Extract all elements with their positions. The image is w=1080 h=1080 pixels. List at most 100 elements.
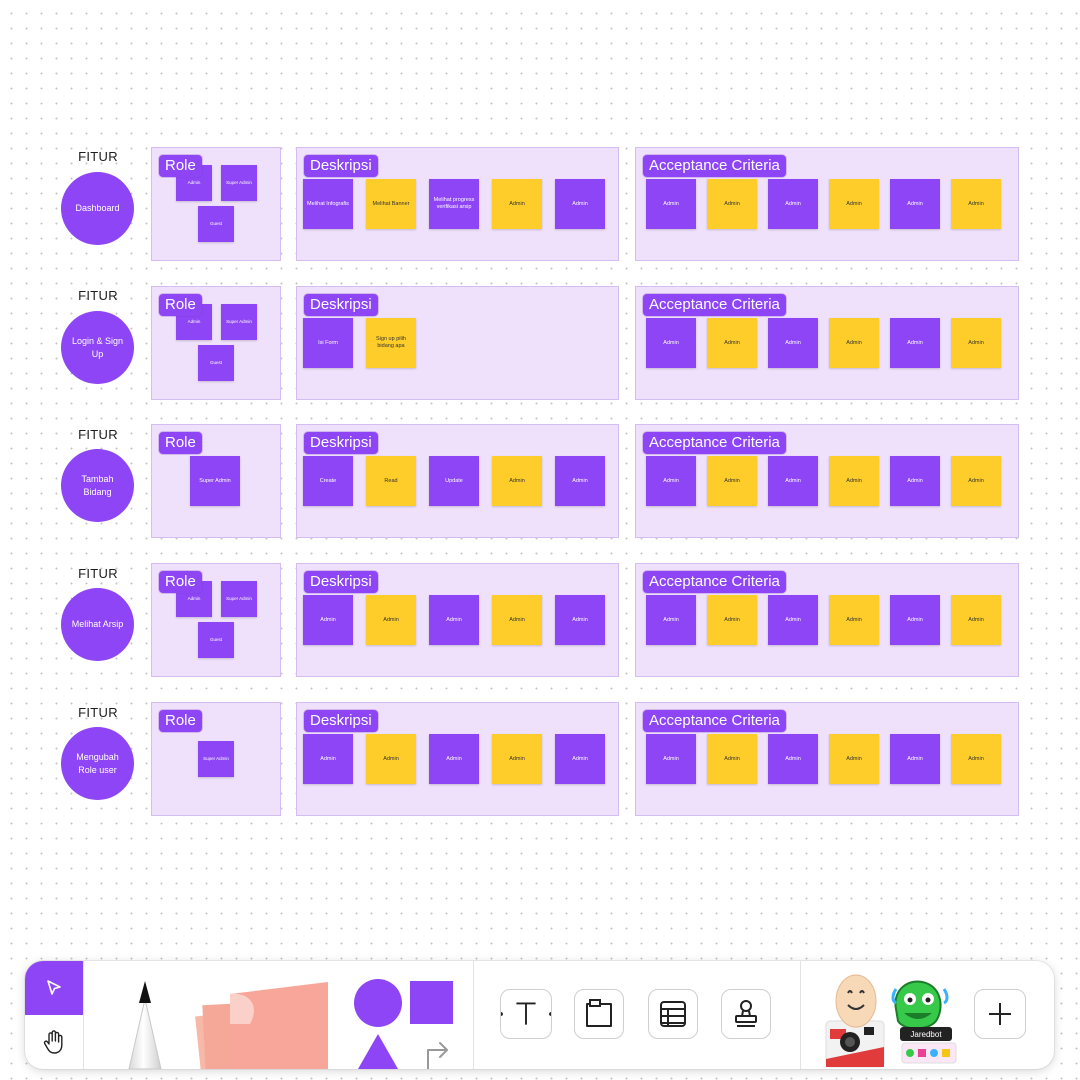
- role-section-title[interactable]: Role: [159, 432, 202, 454]
- role-section[interactable]: Role Super Admin: [151, 702, 281, 816]
- feature-circle[interactable]: Tambah Bidang: [61, 449, 134, 522]
- description-sticky-note[interactable]: Admin: [366, 595, 416, 645]
- acceptance-criteria-section[interactable]: Acceptance Criteria Admin Admin Admin Admin A…: [635, 286, 1019, 400]
- role-section-title[interactable]: Role: [159, 571, 202, 593]
- acceptance-sticky-note[interactable]: Admin: [951, 456, 1001, 506]
- acceptance-criteria-section-title[interactable]: Acceptance Criteria: [643, 155, 786, 177]
- acceptance-sticky-note[interactable]: Admin: [890, 734, 940, 784]
- description-section-title[interactable]: Deskripsi: [304, 155, 378, 177]
- acceptance-sticky-note[interactable]: Admin: [768, 734, 818, 784]
- role-sticky-note[interactable]: Super Admin: [190, 456, 240, 506]
- description-section[interactable]: Deskripsi Create Read Update Admin Admin: [296, 424, 619, 538]
- role-section-title[interactable]: Role: [159, 294, 202, 316]
- fitur-label[interactable]: FITUR: [62, 149, 134, 164]
- fitur-label[interactable]: FITUR: [62, 705, 134, 720]
- acceptance-sticky-note[interactable]: Admin: [890, 318, 940, 368]
- description-sticky-note[interactable]: Update: [429, 456, 479, 506]
- description-section-title[interactable]: Deskripsi: [304, 432, 378, 454]
- acceptance-sticky-note[interactable]: Admin: [829, 734, 879, 784]
- role-sticky-note[interactable]: Guest: [198, 206, 234, 242]
- acceptance-sticky-note[interactable]: Admin: [707, 456, 757, 506]
- description-sticky-note[interactable]: Admin: [492, 179, 542, 229]
- role-sticky-note[interactable]: Super Admin: [198, 741, 234, 777]
- stickers-tool[interactable]: Jaredbot: [820, 969, 960, 1069]
- acceptance-criteria-section[interactable]: Acceptance Criteria Admin Admin Admin Admin A…: [635, 424, 1019, 538]
- acceptance-criteria-section[interactable]: Acceptance Criteria Admin Admin Admin Admin A…: [635, 702, 1019, 816]
- acceptance-sticky-note[interactable]: Admin: [646, 179, 696, 229]
- hand-mode-button[interactable]: [25, 1015, 83, 1069]
- description-sticky-note[interactable]: Admin: [429, 734, 479, 784]
- description-section-title[interactable]: Deskripsi: [304, 710, 378, 732]
- feature-circle[interactable]: Melihat Arsip: [61, 588, 134, 661]
- acceptance-sticky-note[interactable]: Admin: [829, 456, 879, 506]
- acceptance-sticky-note[interactable]: Admin: [951, 179, 1001, 229]
- description-sticky-note[interactable]: Admin: [303, 595, 353, 645]
- description-sticky-note[interactable]: Create: [303, 456, 353, 506]
- description-sticky-note[interactable]: Melihat progress verifikasi arsip: [429, 179, 479, 229]
- acceptance-sticky-note[interactable]: Admin: [768, 179, 818, 229]
- description-sticky-note[interactable]: Isi Form: [303, 318, 353, 368]
- acceptance-criteria-section-title[interactable]: Acceptance Criteria: [643, 294, 786, 316]
- sticky-note-tool[interactable]: [190, 976, 340, 1069]
- table-tool[interactable]: [648, 989, 698, 1039]
- section-tool[interactable]: [574, 989, 624, 1039]
- description-section-title[interactable]: Deskripsi: [304, 294, 378, 316]
- stamp-tool[interactable]: [721, 989, 771, 1039]
- role-sticky-note[interactable]: Guest: [198, 345, 234, 381]
- acceptance-sticky-note[interactable]: Admin: [646, 734, 696, 784]
- acceptance-sticky-note[interactable]: Admin: [646, 456, 696, 506]
- description-sticky-note[interactable]: Admin: [492, 456, 542, 506]
- description-sticky-note[interactable]: Melihat Banner: [366, 179, 416, 229]
- fitur-label[interactable]: FITUR: [62, 427, 134, 442]
- role-section[interactable]: Role Super Admin: [151, 424, 281, 538]
- acceptance-sticky-note[interactable]: Admin: [951, 734, 1001, 784]
- acceptance-criteria-section[interactable]: Acceptance Criteria Admin Admin Admin Admin A…: [635, 563, 1019, 677]
- description-sticky-note[interactable]: Admin: [555, 734, 605, 784]
- acceptance-criteria-section-title[interactable]: Acceptance Criteria: [643, 432, 786, 454]
- pen-tool[interactable]: [105, 961, 185, 1069]
- description-section[interactable]: Deskripsi Isi Form Sign up pilih bidang ap…: [296, 286, 619, 400]
- role-sticky-note[interactable]: Super Admin: [221, 581, 257, 617]
- fitur-label[interactable]: FITUR: [62, 566, 134, 581]
- description-sticky-note[interactable]: Read: [366, 456, 416, 506]
- acceptance-sticky-note[interactable]: Admin: [890, 179, 940, 229]
- role-sticky-note[interactable]: Guest: [198, 622, 234, 658]
- role-section-title[interactable]: Role: [159, 155, 202, 177]
- acceptance-sticky-note[interactable]: Admin: [768, 318, 818, 368]
- description-sticky-note[interactable]: Admin: [303, 734, 353, 784]
- description-section[interactable]: Deskripsi Melihat Infografis Melihat Banne…: [296, 147, 619, 261]
- description-sticky-note[interactable]: Admin: [492, 595, 542, 645]
- description-sticky-note[interactable]: Admin: [555, 456, 605, 506]
- more-tools-button[interactable]: [974, 989, 1026, 1039]
- acceptance-sticky-note[interactable]: Admin: [707, 179, 757, 229]
- description-section[interactable]: Deskripsi Admin Admin Admin Admin Admin: [296, 563, 619, 677]
- description-sticky-note[interactable]: Admin: [555, 595, 605, 645]
- acceptance-sticky-note[interactable]: Admin: [707, 734, 757, 784]
- description-sticky-note[interactable]: Admin: [492, 734, 542, 784]
- acceptance-sticky-note[interactable]: Admin: [829, 595, 879, 645]
- acceptance-criteria-section-title[interactable]: Acceptance Criteria: [643, 710, 786, 732]
- feature-circle[interactable]: Login & Sign Up: [61, 311, 134, 384]
- description-sticky-note[interactable]: Admin: [429, 595, 479, 645]
- whiteboard-canvas[interactable]: FITUR Dashboard Role Admin Super Admin Guest D…: [0, 0, 1080, 940]
- acceptance-sticky-note[interactable]: Admin: [951, 318, 1001, 368]
- acceptance-sticky-note[interactable]: Admin: [707, 318, 757, 368]
- acceptance-sticky-note[interactable]: Admin: [951, 595, 1001, 645]
- feature-circle[interactable]: Dashboard: [61, 172, 134, 245]
- acceptance-sticky-note[interactable]: Admin: [768, 595, 818, 645]
- acceptance-sticky-note[interactable]: Admin: [829, 318, 879, 368]
- description-sticky-note[interactable]: Melihat Infografis: [303, 179, 353, 229]
- role-sticky-note[interactable]: Super Admin: [221, 165, 257, 201]
- acceptance-sticky-note[interactable]: Admin: [646, 595, 696, 645]
- description-section-title[interactable]: Deskripsi: [304, 571, 378, 593]
- acceptance-sticky-note[interactable]: Admin: [829, 179, 879, 229]
- acceptance-sticky-note[interactable]: Admin: [646, 318, 696, 368]
- acceptance-criteria-section[interactable]: Acceptance Criteria Admin Admin Admin Admin A…: [635, 147, 1019, 261]
- role-section[interactable]: Role Admin Super Admin Guest: [151, 563, 281, 677]
- acceptance-sticky-note[interactable]: Admin: [768, 456, 818, 506]
- description-sticky-note[interactable]: Admin: [366, 734, 416, 784]
- acceptance-sticky-note[interactable]: Admin: [890, 595, 940, 645]
- role-sticky-note[interactable]: Super Admin: [221, 304, 257, 340]
- acceptance-sticky-note[interactable]: Admin: [890, 456, 940, 506]
- description-section[interactable]: Deskripsi Admin Admin Admin Admin Admin: [296, 702, 619, 816]
